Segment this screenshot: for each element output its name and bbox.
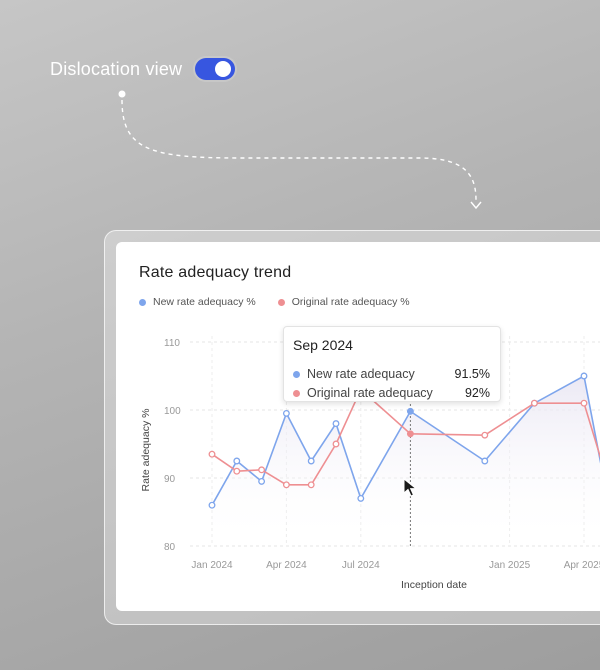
- data-point-original: [233, 467, 241, 475]
- tooltip-dot-original: [293, 389, 300, 397]
- data-point-original: [481, 431, 489, 439]
- data-point-new: [580, 372, 588, 380]
- data-point-original: [580, 399, 588, 407]
- y-tick-label: 80: [164, 542, 176, 553]
- mouse-pointer-icon: [403, 477, 418, 497]
- tooltip-title: Sep 2024: [293, 337, 353, 353]
- data-point-original: [208, 450, 216, 458]
- data-point-new: [282, 409, 290, 417]
- y-tick-label: 100: [164, 406, 181, 417]
- rate-adequacy-chart[interactable]: 110 100 90 80 Jan 2024 Apr 2024 Jul 2024 Jan 20…: [116, 242, 600, 611]
- tooltip-row-new: New rate adequacy 91.5%: [293, 367, 490, 381]
- x-tick-label: Apr 2024: [266, 560, 307, 571]
- data-point-original: [332, 440, 340, 448]
- data-point-new: [357, 494, 365, 502]
- data-point-new: [208, 501, 216, 509]
- tooltip-name-new: New rate adequacy: [307, 367, 415, 381]
- x-tick-label: Jan 2024: [191, 560, 233, 571]
- data-point-original: [530, 399, 538, 407]
- tooltip-value-new: 91.5%: [454, 367, 490, 381]
- data-point-original: [307, 481, 315, 489]
- x-axis-title: Inception date: [401, 579, 467, 591]
- data-point-new: [406, 407, 414, 415]
- data-point-new: [233, 457, 241, 465]
- x-tick-label: Jan 2025: [489, 560, 531, 571]
- tooltip-value-original: 92%: [464, 386, 490, 400]
- data-point-new: [258, 477, 266, 485]
- data-point-new: [481, 457, 489, 465]
- data-point-original: [282, 481, 290, 489]
- chart-tooltip: Sep 2024 New rate adequacy 91.5% Origina…: [283, 326, 501, 402]
- y-tick-label: 110: [164, 338, 180, 349]
- tooltip-name-original: Original rate adequacy: [307, 386, 433, 400]
- data-point-new: [307, 457, 315, 465]
- data-point-original: [406, 430, 414, 438]
- data-point-original: [258, 466, 266, 474]
- data-point-new: [332, 420, 340, 428]
- tooltip-dot-new: [293, 370, 300, 378]
- tooltip-row-original: Original rate adequacy 92%: [293, 386, 490, 400]
- dashed-connector-arrow: [118, 90, 482, 210]
- x-tick-label: Apr 2025: [564, 560, 600, 571]
- y-axis-title: Rate adequacy %: [140, 409, 152, 492]
- rate-adequacy-card: Rate adequacy trend New rate adequacy % …: [116, 242, 600, 611]
- x-tick-label: Jul 2024: [342, 560, 380, 571]
- y-tick-label: 90: [164, 474, 176, 485]
